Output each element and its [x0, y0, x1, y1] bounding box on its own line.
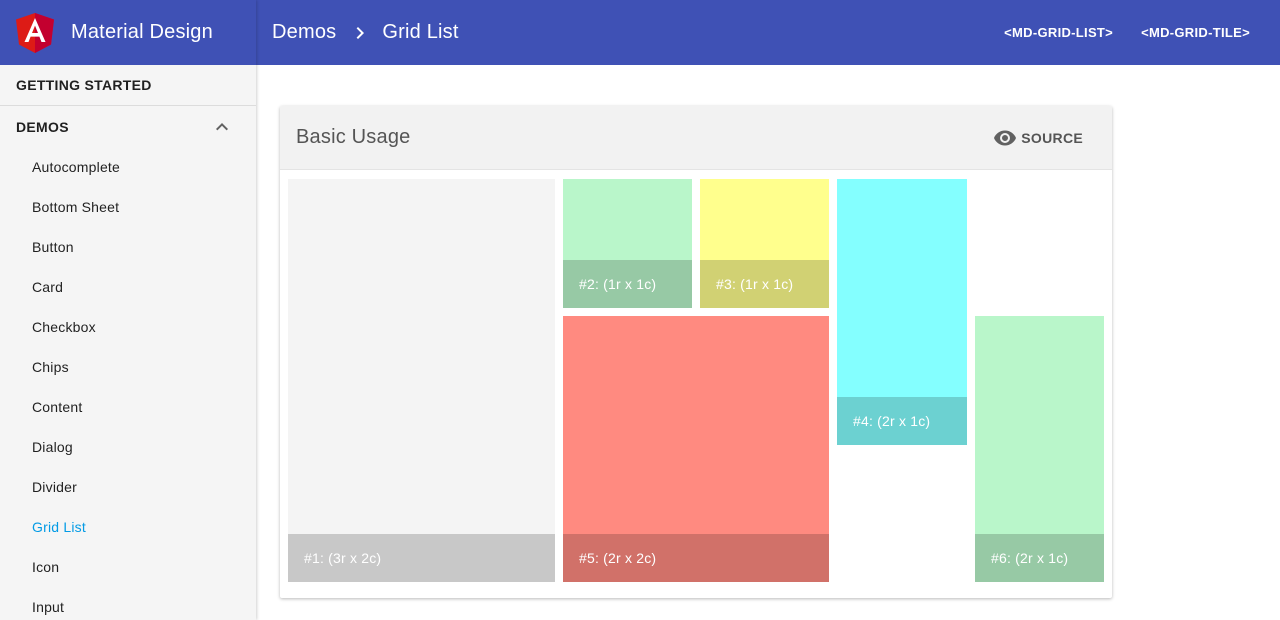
- grid-tile-4: #4: (2r x 1c): [837, 179, 967, 445]
- grid-tile-label: #3: (1r x 1c): [716, 276, 794, 292]
- grid-tile-footer: #3: (1r x 1c): [700, 260, 829, 308]
- demo-title: Basic Usage: [296, 126, 411, 148]
- sidebar-item-icon[interactable]: Icon: [0, 547, 256, 587]
- grid-tile-label: #6: (2r x 1c): [991, 550, 1069, 566]
- sidebar-item-input[interactable]: Input: [0, 587, 256, 620]
- sidebar-item-checkbox[interactable]: Checkbox: [0, 307, 256, 347]
- grid-tile-footer: #2: (1r x 1c): [563, 260, 692, 308]
- md-grid-list-doc-link[interactable]: <MD-GRID-LIST>: [990, 15, 1127, 51]
- grid-tile-footer: #4: (2r x 1c): [837, 397, 967, 445]
- grid-tile-label: #5: (2r x 2c): [579, 550, 657, 566]
- app-title: Material Design: [71, 21, 213, 43]
- chevron-up-icon: [216, 122, 228, 130]
- grid-tile-footer: #5: (2r x 2c): [563, 534, 829, 582]
- breadcrumb-demos[interactable]: Demos: [272, 21, 336, 44]
- source-button[interactable]: SOURCE: [993, 126, 1083, 150]
- grid-tile-footer: #6: (2r x 1c): [975, 534, 1104, 582]
- sidebar-item-card[interactable]: Card: [0, 267, 256, 307]
- grid-tile-3: #3: (1r x 1c): [700, 179, 829, 308]
- sidebar-item-content[interactable]: Content: [0, 387, 256, 427]
- source-button-label: SOURCE: [1021, 129, 1083, 146]
- grid-tile-label: #2: (1r x 1c): [579, 276, 657, 292]
- grid-tile-2: #2: (1r x 1c): [563, 179, 692, 308]
- breadcrumb-grid-list: Grid List: [382, 21, 459, 43]
- grid-tile-6: #6: (2r x 1c): [975, 316, 1104, 582]
- grid-tile-1: #1: (3r x 2c): [288, 179, 555, 582]
- demo-card: Basic Usage SOURCE #1: (3r x 2c) #2: (1r …: [280, 106, 1112, 598]
- demos-nav-list: Autocomplete Bottom Sheet Button Card Checkb…: [0, 147, 256, 620]
- nav-getting-started-label: GETTING STARTED: [16, 77, 152, 93]
- sidebar-item-grid-list[interactable]: Grid List: [0, 507, 256, 547]
- grid-tile-label: #4: (2r x 1c): [853, 413, 931, 429]
- sidebar-item-button[interactable]: Button: [0, 227, 256, 267]
- sidebar-item-dialog[interactable]: Dialog: [0, 427, 256, 467]
- top-toolbar: Demos Grid List <MD-GRID-LIST> <MD-GRID-…: [256, 0, 1280, 65]
- md-grid-tile-doc-link[interactable]: <MD-GRID-TILE>: [1127, 15, 1264, 51]
- grid-tile-5: #5: (2r x 2c): [563, 316, 829, 582]
- nav-getting-started[interactable]: GETTING STARTED: [0, 65, 256, 106]
- nav-demos-label: DEMOS: [16, 118, 69, 135]
- chevron-right-icon: [356, 26, 365, 39]
- sidebar-item-chips[interactable]: Chips: [0, 347, 256, 387]
- demo-card-header: Basic Usage SOURCE: [280, 106, 1112, 170]
- brand[interactable]: Material Design: [0, 0, 256, 65]
- grid-list: #1: (3r x 2c) #2: (1r x 1c) #3: (1r x 1c) #…: [288, 179, 1104, 582]
- main-content: Basic Usage SOURCE #1: (3r x 2c) #2: (1r …: [256, 65, 1280, 620]
- sidebar: Material Design GETTING STARTED DEMOS Au…: [0, 0, 256, 620]
- eye-icon: [994, 130, 1017, 145]
- grid-tile-footer: #1: (3r x 2c): [288, 534, 555, 582]
- nav-demos-toggle[interactable]: DEMOS: [0, 106, 256, 147]
- sidebar-item-bottom-sheet[interactable]: Bottom Sheet: [0, 187, 256, 227]
- sidebar-item-divider[interactable]: Divider: [0, 467, 256, 507]
- sidebar-item-autocomplete[interactable]: Autocomplete: [0, 147, 256, 187]
- angular-shield-icon: [16, 12, 54, 53]
- grid-tile-label: #1: (3r x 2c): [304, 550, 382, 566]
